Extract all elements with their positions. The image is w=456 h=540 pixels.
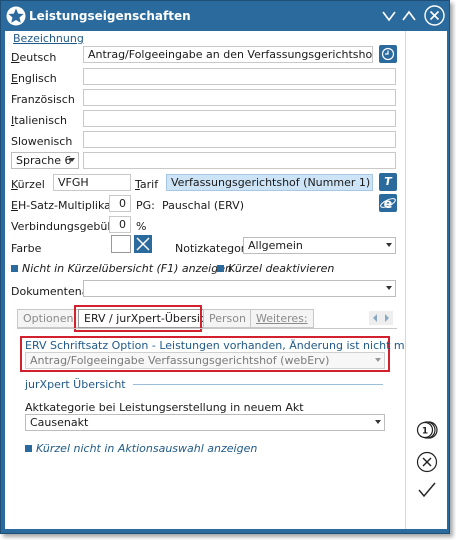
chevron-down-icon[interactable]	[382, 10, 396, 22]
stack-circle-icon[interactable]: 1	[416, 421, 438, 439]
label-franzoesisch: Französisch	[11, 93, 75, 106]
chevron-down-icon	[375, 358, 381, 362]
nicht-in-kuerzel-checkbox[interactable]: Nicht in Kürzelübersicht (F1) anzeigen	[11, 262, 232, 275]
jurxpert-heading: jurXpert Übersicht	[25, 378, 126, 391]
jurxpert-divider	[133, 384, 383, 385]
tarif-button[interactable]: T	[379, 173, 397, 191]
tab-weiteres[interactable]: Weiteres:	[250, 309, 314, 328]
chevron-down-icon	[375, 420, 381, 424]
verbindung-field[interactable]: 0	[109, 216, 131, 233]
franzoesisch-field[interactable]	[83, 89, 396, 106]
ie-button[interactable]: e	[379, 194, 397, 212]
kuerzel-deaktivieren-checkbox[interactable]: Kürzel deaktivieren	[217, 262, 334, 275]
dialog-window: Leistungseigenschaften Bezeichnung Deuts…	[0, 0, 450, 534]
translate-button[interactable]	[379, 45, 397, 63]
tab-optionen[interactable]: Optionen	[17, 309, 80, 328]
label-verbindung: Verbindungsgebühr	[11, 220, 119, 233]
checkmark-icon[interactable]	[416, 481, 438, 499]
slowenisch-field[interactable]	[83, 131, 396, 148]
checkbox-square-icon	[217, 265, 224, 272]
tab-person[interactable]: Person	[203, 309, 252, 328]
label-deutsch: Deutsch	[11, 51, 57, 64]
italienisch-field[interactable]	[83, 110, 396, 127]
sprache-6-field[interactable]	[83, 152, 396, 169]
nicht-in-kuerzel-label: Nicht in Kürzelübersicht (F1) anzeigen	[22, 262, 232, 275]
eh-satz-field[interactable]: 0	[109, 195, 131, 212]
notizkategorie-value: Allgemein	[248, 239, 303, 252]
tab-scroll-left-button[interactable]	[369, 311, 381, 325]
label-italienisch: Italienisch	[11, 114, 67, 127]
englisch-field[interactable]	[83, 68, 396, 85]
app-star-icon	[6, 6, 26, 26]
aktkategorie-value: Causenakt	[30, 416, 89, 429]
chevron-down-icon	[386, 286, 392, 290]
globe-refresh-icon	[381, 47, 395, 61]
tab-weiteres-label: Weiteres:	[256, 312, 308, 325]
label-pg: PG:	[136, 199, 155, 212]
erv-option-value: Antrag/Folgeeingabe Verfassungsgerichtsh…	[30, 354, 330, 367]
close-icon	[136, 237, 150, 251]
main-content: Bezeichnung Deutsch Antrag/Folgeeingabe …	[5, 31, 437, 529]
verbindung-unit: %	[136, 220, 147, 233]
akt-label: Aktkategorie bei Leistungserstellung in …	[25, 401, 304, 414]
tab-scroll-right-button[interactable]	[381, 311, 393, 325]
dokumentenart-select[interactable]	[83, 280, 396, 297]
notizkategorie-select[interactable]: Allgemein	[243, 237, 396, 254]
chevron-right-icon	[385, 314, 389, 322]
pg-value: Pauschal (ERV)	[162, 199, 244, 212]
checkbox-square-icon	[25, 445, 32, 452]
svg-text:1: 1	[422, 427, 428, 437]
chevron-up-icon[interactable]	[402, 10, 416, 22]
label-kuerzel: Kürzel	[11, 178, 45, 191]
action-pane: 1	[405, 31, 447, 529]
label-slowenisch: Slowenisch	[11, 135, 73, 148]
title-bar[interactable]: Leistungseigenschaften	[1, 1, 449, 31]
chevron-down-icon	[69, 158, 75, 162]
aktionsauswahl-label: Kürzel nicht in Aktionsauswahl anzeigen	[36, 442, 258, 455]
chevron-down-icon	[386, 243, 392, 247]
chevron-left-icon	[373, 314, 377, 322]
label-farbe: Farbe	[11, 242, 42, 255]
tarif-field[interactable]: Verfassungsgerichtshof (Nummer 1)	[166, 174, 373, 191]
sprache-select-value: Sprache 6	[16, 154, 72, 167]
erv-option-select[interactable]: Antrag/Folgeeingabe Verfassungsgerichtsh…	[25, 352, 385, 369]
farbe-clear-button[interactable]	[134, 235, 152, 253]
sprache-select[interactable]: Sprache 6	[11, 152, 79, 169]
e-logo-icon: e	[380, 197, 396, 212]
section-bezeichnung: Bezeichnung	[13, 32, 84, 45]
deutsch-field[interactable]: Antrag/Folgeeingabe an den Verfassungsge…	[83, 46, 373, 63]
cancel-icon[interactable]	[416, 451, 438, 473]
aktkategorie-select[interactable]: Causenakt	[25, 414, 385, 431]
kuerzel-field[interactable]: VFGH	[53, 174, 131, 191]
aktionsauswahl-checkbox[interactable]: Kürzel nicht in Aktionsauswahl anzeigen	[25, 442, 257, 455]
close-icon[interactable]	[424, 5, 445, 26]
farbe-swatch[interactable]	[111, 235, 131, 253]
label-tarif: Tarif	[135, 178, 159, 191]
tab-divider	[17, 328, 397, 329]
erv-option-label: ERV Schriftsatz Option - Leistungen vorh…	[25, 339, 438, 352]
kuerzel-deaktivieren-label: Kürzel deaktivieren	[228, 262, 335, 275]
label-englisch: Englisch	[11, 72, 57, 85]
checkbox-square-icon	[11, 265, 18, 272]
window-title: Leistungseigenschaften	[29, 9, 191, 23]
